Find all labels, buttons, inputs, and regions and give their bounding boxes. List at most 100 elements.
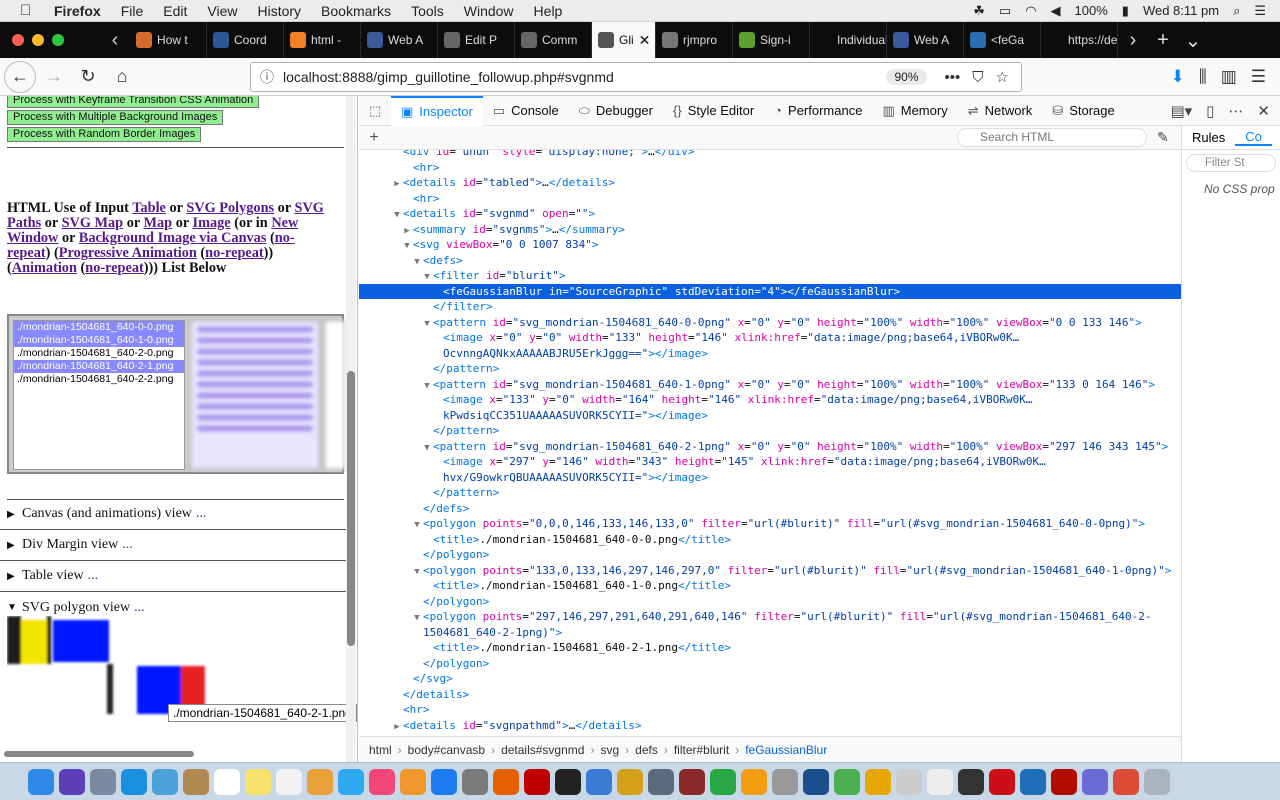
progressive-animation-link[interactable]: Progressive Animation (59, 245, 197, 261)
books-icon[interactable] (400, 768, 426, 795)
app-menu[interactable]: Firefox (54, 3, 101, 19)
scrollbar-thumb[interactable] (4, 751, 194, 757)
opera-icon[interactable] (989, 768, 1015, 795)
background-canvas-link[interactable]: Background Image via Canvas (79, 230, 267, 246)
markup-node[interactable]: ▶ <details id="svgnpathmd">…</details> (359, 718, 1181, 734)
markup-node[interactable]: ▼ <pattern id="svg_mondrian-1504681_640-0… (359, 315, 1181, 331)
tab-rules[interactable]: Rules (1182, 130, 1235, 145)
markup-node[interactable]: </polygon> (359, 547, 1181, 563)
markup-node[interactable]: <hr> (359, 191, 1181, 207)
markup-node[interactable]: <image x="133" y="0" width="164" height=… (359, 392, 1181, 408)
markup-node[interactable]: </pattern> (359, 423, 1181, 439)
tabs-scroll-right-icon[interactable]: › (1118, 29, 1148, 52)
zoom-window-icon[interactable] (52, 34, 64, 46)
menu-bookmarks[interactable]: Bookmarks (321, 3, 391, 19)
pocket-icon[interactable]: ⛉ (972, 69, 983, 86)
app30-icon[interactable] (927, 768, 953, 795)
markup-node[interactable]: <hr> (359, 702, 1181, 718)
keyframe-animation-button[interactable]: Process with Keyframe Transition CSS Ani… (7, 96, 260, 108)
markup-node[interactable]: </pattern> (359, 485, 1181, 501)
element-picker-icon[interactable]: ⬚ (359, 103, 391, 119)
menu-view[interactable]: View (207, 3, 237, 19)
wifi-icon[interactable]: ◠ (1025, 3, 1036, 19)
url-bar[interactable]: ⓘ localhost:8888/gimp_guillotine_followu… (250, 62, 1022, 92)
details-link[interactable]: ... (134, 600, 145, 616)
tab-memory[interactable]: ▥ Memory (872, 96, 957, 126)
sidebar-icon[interactable]: ▥ (1221, 67, 1237, 87)
markup-node[interactable]: </polygon> (359, 594, 1181, 610)
menu-edit[interactable]: Edit (163, 3, 187, 19)
dock-layout-icon[interactable]: ▤▾ (1170, 102, 1192, 120)
tab-debugger[interactable]: ⬭ Debugger (569, 96, 663, 126)
close-window-icon[interactable] (12, 34, 24, 46)
clock[interactable]: Wed 8:11 pm (1143, 3, 1219, 18)
browser-tab[interactable]: https://dev (1041, 22, 1118, 58)
browser-tab[interactable]: How t (130, 22, 207, 58)
app31-icon[interactable] (958, 768, 984, 795)
markup-node[interactable]: ▼ <polygon points="133,0,133,146,297,146,… (359, 563, 1181, 579)
breadcrumb-item[interactable]: html (369, 743, 392, 757)
vertical-scrollbar[interactable] (346, 96, 356, 762)
details-summary[interactable]: ▶ Table view... (0, 561, 346, 592)
horizontal-scrollbar[interactable] (0, 749, 357, 759)
downloads-icon[interactable]: ⬇ (1171, 67, 1185, 87)
photos-icon[interactable] (307, 768, 333, 795)
browser-tab[interactable]: html - (284, 22, 361, 58)
details-link[interactable]: ... (88, 568, 99, 584)
menu-history[interactable]: History (257, 3, 301, 19)
random-border-button[interactable]: Process with Random Border Images (7, 127, 202, 142)
launchpad-icon[interactable] (90, 768, 116, 795)
browser-tab[interactable]: Comm (515, 22, 592, 58)
reminders-icon[interactable] (276, 768, 302, 795)
safari-icon[interactable] (121, 768, 147, 795)
siri-icon[interactable] (59, 768, 85, 795)
vscode-icon[interactable] (1020, 768, 1046, 795)
browser-tab[interactable]: Edit P (438, 22, 515, 58)
prefs-icon[interactable] (462, 768, 488, 795)
list-option[interactable]: ./mondrian-1504681_640-0-0.png (14, 321, 184, 334)
page-actions-icon[interactable]: ••• (945, 69, 961, 86)
chrome-icon[interactable] (1113, 768, 1139, 795)
forward-icon[interactable]: → (38, 61, 70, 93)
tab-computed[interactable]: Co (1235, 129, 1272, 146)
markup-node[interactable]: </filter> (359, 299, 1181, 315)
close-devtools-icon[interactable]: ✕ (1257, 102, 1270, 120)
breadcrumb-item[interactable]: body#canvasb (408, 743, 485, 757)
markup-node[interactable]: <title>./mondrian-1504681_640-1-0.png</t… (359, 578, 1181, 594)
svg-polygons-link[interactable]: SVG Polygons (186, 200, 274, 216)
library-icon[interactable]: ⫼ (1199, 67, 1207, 87)
markup-node[interactable]: kPwdsiqCC351UAAAAASUVORK5CYII="></image> (359, 408, 1181, 424)
markup-node[interactable]: hvx/G9owkrQBUAAAAASUVORK5CYII="></image> (359, 470, 1181, 486)
browser-tab[interactable]: Web A (887, 22, 964, 58)
geogebra-icon[interactable] (1082, 768, 1108, 795)
details-link[interactable]: ... (122, 537, 133, 553)
filter-styles-input[interactable]: Filter St (1186, 154, 1276, 172)
home-icon[interactable]: ⌂ (106, 61, 138, 93)
details-link[interactable]: ... (196, 506, 207, 522)
markup-node[interactable]: <title>./mondrian-1504681_640-0-0.png</t… (359, 532, 1181, 548)
tab-storage[interactable]: ⛁ Storage (1042, 96, 1124, 126)
contacts-icon[interactable] (183, 768, 209, 795)
browser-tab[interactable]: Coord (207, 22, 284, 58)
markup-node[interactable]: <title>./mondrian-1504681_640-2-1.png</t… (359, 640, 1181, 656)
battery-icon[interactable]: ▮ (1122, 3, 1129, 19)
browser-tab[interactable]: Sign-i (733, 22, 810, 58)
appstore-icon[interactable] (431, 768, 457, 795)
menu-help[interactable]: Help (534, 3, 563, 19)
markup-node[interactable]: ▼ <pattern id="svg_mondrian-1504681_640-1… (359, 377, 1181, 393)
multiple-background-button[interactable]: Process with Multiple Background Images (7, 110, 224, 125)
app21-icon[interactable] (648, 768, 674, 795)
tab-console[interactable]: ▭ Console (483, 96, 569, 126)
firefox-icon[interactable] (493, 768, 519, 795)
markup-node[interactable]: </polygon> (359, 656, 1181, 672)
search-html-input[interactable]: Search HTML (957, 128, 1147, 147)
expand-twisty-icon[interactable]: ▶ (391, 720, 403, 736)
app25-icon[interactable] (772, 768, 798, 795)
back-icon[interactable]: ← (4, 60, 36, 93)
svg-map-link[interactable]: SVG Map (62, 215, 124, 231)
app24-icon[interactable] (741, 768, 767, 795)
browser-tab[interactable]: <feGa (964, 22, 1041, 58)
app22-icon[interactable] (679, 768, 705, 795)
browser-tab[interactable]: Individual (810, 22, 887, 58)
scrollbar-thumb[interactable] (347, 371, 355, 646)
